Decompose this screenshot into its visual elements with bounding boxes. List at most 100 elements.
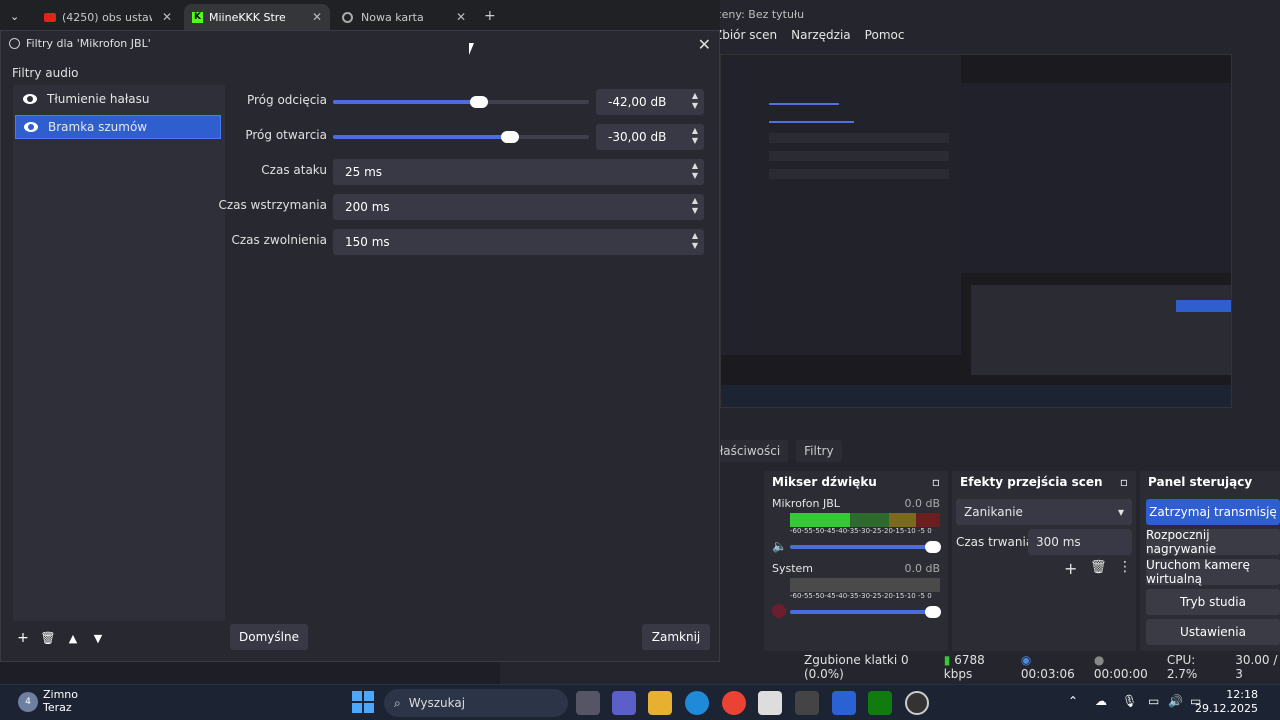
rec-time: ● 00:00:00 xyxy=(1094,653,1151,681)
spin-arrows-icon[interactable]: ▲ ▼ xyxy=(692,91,698,111)
release-time-spinbox[interactable]: 150 ms ▲ ▼ xyxy=(333,229,704,255)
open-threshold-value: -30,00 dB xyxy=(608,130,667,144)
close-icon[interactable]: ✕ xyxy=(698,35,711,54)
menu-scene-collection[interactable]: Zbiór scen xyxy=(714,28,777,46)
close-dialog-button[interactable]: Zamknij xyxy=(642,624,710,650)
tab-search-icon[interactable]: ⌄ xyxy=(10,10,19,23)
windows-taskbar: 4 Zimno Teraz ⌕ Wyszukaj ⌃ ☁ 🎙 ▭ 🔊 ▭ 12:… xyxy=(0,684,1280,720)
muted-speaker-icon[interactable] xyxy=(772,604,786,618)
filter-item-noise-suppression[interactable]: Tłumienie hałasu xyxy=(15,87,221,111)
edge-icon[interactable] xyxy=(685,691,709,715)
audio-mixer-dock: Mikser dźwięku ▫ Mikrofon JBL 0.0 dB -60-… xyxy=(764,471,948,651)
chevron-down-icon: ▾ xyxy=(1117,505,1124,519)
start-recording-button[interactable]: Rozpocznij nagrywanie xyxy=(1146,528,1280,556)
clock-time: 12:18 xyxy=(1226,688,1258,701)
weather-widget[interactable]: 4 Zimno Teraz xyxy=(18,688,78,714)
spin-arrows-icon[interactable]: ▲ ▼ xyxy=(692,126,698,146)
filter-item-noise-gate[interactable]: Bramka szumów xyxy=(15,115,221,139)
close-threshold-slider[interactable] xyxy=(333,88,589,114)
obs-taskbar-icon[interactable] xyxy=(905,691,929,715)
move-up-icon[interactable]: ▲ xyxy=(62,627,84,649)
open-threshold-spinbox[interactable]: -30,00 dB ▲ ▼ xyxy=(596,124,704,150)
filters-dialog: Filtry dla 'Mikrofon JBL' ✕ Filtry audio… xyxy=(0,30,720,662)
trash-icon[interactable]: 🗑 xyxy=(37,627,59,649)
cloud-icon[interactable]: ☁ xyxy=(1095,694,1107,708)
speaker-icon[interactable]: 🔈 xyxy=(772,539,787,553)
network-icon[interactable]: ▭ xyxy=(1148,694,1159,708)
start-icon[interactable] xyxy=(352,691,374,713)
hold-time-value: 200 ms xyxy=(345,200,390,214)
task-view-icon[interactable] xyxy=(576,691,600,715)
studio-mode-button[interactable]: Tryb studia xyxy=(1146,589,1280,615)
browser-tab-youtube[interactable]: (4250) obs ustawien ✕ xyxy=(36,4,180,30)
browser-tab-bar: ⌄ (4250) obs ustawien ✕ K MiineKKK Strea… xyxy=(0,0,720,34)
undock-icon[interactable]: ▫ xyxy=(1120,475,1128,489)
audio-filters-label: Filtry audio xyxy=(12,66,79,80)
add-icon[interactable]: + xyxy=(1064,559,1077,578)
menu-tools[interactable]: Narzędzia xyxy=(791,28,851,46)
mixer-volume-slider[interactable] xyxy=(790,545,940,549)
transition-select[interactable]: Zanikanie ▾ xyxy=(956,499,1132,525)
trash-icon[interactable]: 🗑 xyxy=(1090,560,1107,575)
teams-icon[interactable] xyxy=(612,691,636,715)
eye-icon[interactable] xyxy=(23,94,37,104)
hold-time-spinbox[interactable]: 200 ms ▲ ▼ xyxy=(333,194,704,220)
weather-label: Zimno xyxy=(43,688,79,701)
rec-time-value: 00:00:00 xyxy=(1093,667,1148,681)
settings-button[interactable]: Ustawienia xyxy=(1146,619,1280,645)
mixer-volume-knob-2[interactable] xyxy=(925,606,941,618)
menu-help[interactable]: Pomoc xyxy=(865,28,905,46)
clock[interactable]: 12:18 29.12.2025 xyxy=(1195,688,1258,716)
mixer-title: Mikser dźwięku xyxy=(772,475,877,489)
chrome-icon xyxy=(342,11,353,23)
undock-icon[interactable]: ▫ xyxy=(932,475,940,489)
taskbar-search[interactable]: ⌕ Wyszukaj xyxy=(384,689,568,717)
spin-arrows-icon[interactable]: ▲ ▼ xyxy=(692,161,698,181)
microphone-icon[interactable]: 🎙 xyxy=(1122,694,1137,708)
attack-time-value: 25 ms xyxy=(345,165,383,179)
virtual-camera-button[interactable]: Uruchom kamerę wirtualną xyxy=(1146,558,1280,586)
spin-arrows-icon[interactable]: ▲ ▼ xyxy=(692,196,698,216)
add-filter-icon[interactable]: + xyxy=(12,627,34,649)
xbox-icon[interactable] xyxy=(868,691,892,715)
obs-preview-canvas[interactable] xyxy=(720,54,1232,408)
obs-dock-tabs: Właściwości Filtry xyxy=(700,438,1280,464)
obs-logo-icon xyxy=(9,38,20,49)
chevron-up-icon[interactable]: ⌃ xyxy=(1068,694,1078,708)
volume-icon[interactable]: 🔊 xyxy=(1168,694,1183,708)
preview-slider-1 xyxy=(769,103,839,105)
app-icon[interactable] xyxy=(795,691,819,715)
slider-fill xyxy=(333,135,510,139)
chrome-taskbar-icon[interactable] xyxy=(722,691,746,715)
close-icon[interactable]: ✕ xyxy=(312,10,322,24)
slider-knob[interactable] xyxy=(501,131,519,143)
tab-filters[interactable]: Filtry xyxy=(796,440,842,462)
open-threshold-slider[interactable] xyxy=(333,123,589,149)
move-down-icon[interactable]: ▼ xyxy=(87,627,109,649)
browser-tab-kick[interactable]: K MiineKKK Stream ✕ xyxy=(184,4,330,30)
duration-spinbox[interactable]: 300 ms xyxy=(1028,529,1132,555)
browser-tab-new[interactable]: Nowa karta ✕ xyxy=(334,4,474,30)
attack-time-spinbox[interactable]: 25 ms ▲ ▼ xyxy=(333,159,704,185)
mixer-volume-slider-2[interactable] xyxy=(790,610,940,614)
stop-streaming-button[interactable]: Zatrzymaj transmisję xyxy=(1146,499,1280,525)
filter-list: Tłumienie hałasu Bramka szumów xyxy=(13,85,225,621)
defaults-button[interactable]: Domyślne xyxy=(230,624,308,650)
mixer-volume-knob[interactable] xyxy=(925,541,941,553)
file-explorer-icon[interactable] xyxy=(648,691,672,715)
slider-knob[interactable] xyxy=(470,96,488,108)
vscode-icon[interactable] xyxy=(832,691,856,715)
slider-fill xyxy=(333,100,479,104)
more-icon[interactable]: ⋮ xyxy=(1118,559,1132,575)
fps: 30.00 / 3 xyxy=(1235,653,1278,681)
close-icon[interactable]: ✕ xyxy=(162,10,172,24)
spin-arrows-icon[interactable]: ▲ ▼ xyxy=(692,231,698,251)
store-icon[interactable] xyxy=(758,691,782,715)
close-icon[interactable]: ✕ xyxy=(456,10,466,24)
mixer-scale-2: -60-55-50-45-40-35-30-25-20-15-10 -5 0 xyxy=(790,592,932,600)
dialog-title-bar: Filtry dla 'Mikrofon JBL' xyxy=(9,37,151,50)
close-threshold-spinbox[interactable]: -42,00 dB ▲ ▼ xyxy=(596,89,704,115)
weather-icon: 4 xyxy=(18,692,38,712)
eye-icon[interactable] xyxy=(24,122,38,132)
new-tab-icon[interactable]: + xyxy=(484,8,496,24)
